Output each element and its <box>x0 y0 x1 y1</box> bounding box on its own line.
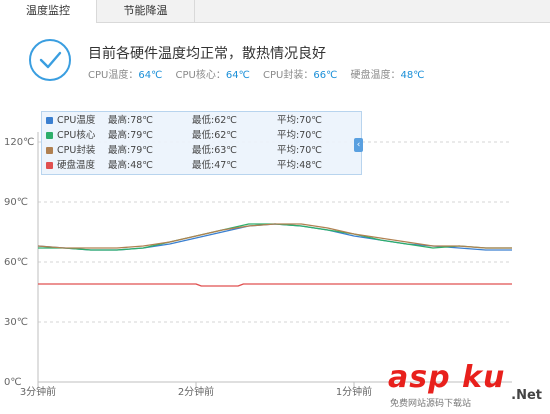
legend-collapse-button[interactable]: ‹ <box>354 138 363 152</box>
tab-bar: 温度监控 节能降温 <box>0 0 550 23</box>
chart-legend: CPU温度 最高:78℃ 最低:62℃ 平均:70℃ CPU核心 最高:79℃ … <box>41 111 362 175</box>
legend-max: 最高:79℃ <box>108 145 153 156</box>
legend-min: 最低:47℃ <box>192 160 237 171</box>
watermark-logo-text: asp ku <box>388 360 506 395</box>
series-line-CPU封装 <box>37 223 512 249</box>
legend-swatch <box>46 117 53 124</box>
status-headline: 目前各硬件温度均正常，散热情况良好 <box>88 46 326 62</box>
site-watermark: asp ku .Net 免费网站源码下载站 <box>376 360 546 412</box>
y-tick-label: 90℃ <box>4 197 28 208</box>
legend-swatch <box>46 132 53 139</box>
legend-swatch <box>46 147 53 154</box>
reading-disk-temp: 硬盘温度：48℃ <box>350 70 425 81</box>
legend-max: 最高:79℃ <box>108 130 153 141</box>
legend-max: 最高:48℃ <box>108 160 153 171</box>
y-tick-label: 30℃ <box>4 317 28 328</box>
legend-avg: 平均:70℃ <box>277 130 322 141</box>
legend-min: 最低:63℃ <box>192 145 237 156</box>
tab-temperature-monitor[interactable]: 温度监控 <box>0 0 97 23</box>
check-circle-icon <box>29 39 71 81</box>
legend-name: CPU温度 <box>57 115 96 126</box>
reading-cpu-temp: CPU温度：64℃ <box>88 70 163 81</box>
temperature-readings: CPU温度：64℃ CPU核心：64℃ CPU封装：66℃ 硬盘温度：48℃ <box>88 66 434 81</box>
legend-row-cpu-core: CPU核心 最高:79℃ 最低:62℃ 平均:70℃ <box>42 128 362 143</box>
tab-energy-saving-cooling[interactable]: 节能降温 <box>97 0 195 22</box>
x-tick-label: 3分钟前 <box>20 385 56 398</box>
legend-avg: 平均:70℃ <box>277 115 322 126</box>
x-tick-label: 1分钟前 <box>336 385 372 398</box>
y-tick-label: 60℃ <box>4 257 28 268</box>
watermark-subtitle: 免费网站源码下载站 <box>390 399 472 409</box>
legend-min: 最低:62℃ <box>192 115 237 126</box>
legend-avg: 平均:48℃ <box>277 160 322 171</box>
legend-min: 最低:62℃ <box>192 130 237 141</box>
legend-name: CPU封装 <box>57 145 96 156</box>
x-tick-label: 2分钟前 <box>178 385 214 398</box>
reading-cpu-package: CPU封装：66℃ <box>263 70 338 81</box>
legend-row-cpu-temp: CPU温度 最高:78℃ 最低:62℃ 平均:70℃ <box>42 113 362 128</box>
legend-row-cpu-package: CPU封装 最高:79℃ 最低:63℃ 平均:70℃ <box>42 143 362 158</box>
legend-max: 最高:78℃ <box>108 115 153 126</box>
legend-name: 硬盘温度 <box>57 160 96 171</box>
legend-swatch <box>46 162 53 169</box>
legend-name: CPU核心 <box>57 130 96 141</box>
series-line-硬盘温度 <box>38 283 512 287</box>
y-tick-label: 120℃ <box>4 137 34 148</box>
watermark-net-text: .Net <box>511 388 542 403</box>
reading-cpu-core: CPU核心：64℃ <box>175 70 250 81</box>
legend-avg: 平均:70℃ <box>277 145 322 156</box>
legend-row-disk-temp: 硬盘温度 最高:48℃ 最低:47℃ 平均:48℃ <box>42 158 362 173</box>
